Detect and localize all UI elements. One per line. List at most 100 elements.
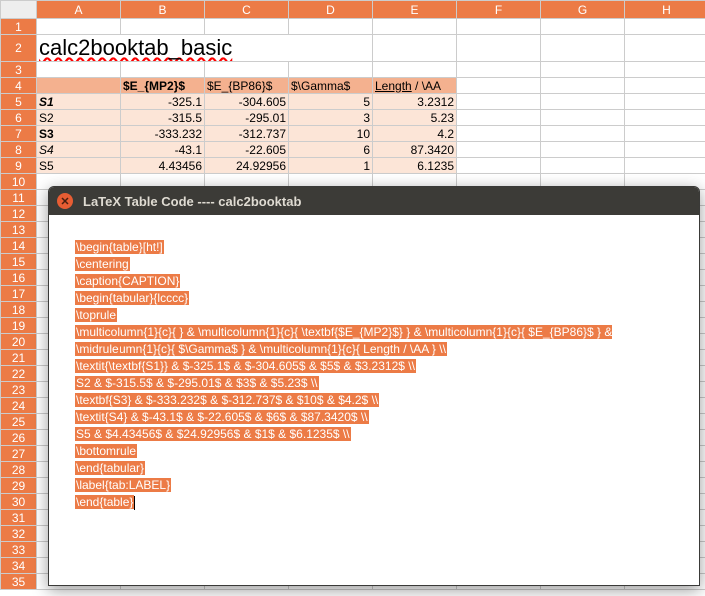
- cell[interactable]: [625, 142, 705, 158]
- data-label[interactable]: S2: [37, 110, 121, 126]
- dialog-body[interactable]: \begin{table}[ht!]\centering\caption{CAP…: [49, 215, 699, 535]
- cell[interactable]: [541, 35, 625, 62]
- data-value[interactable]: 87.3420: [373, 142, 457, 158]
- row-header[interactable]: 10: [1, 174, 37, 190]
- data-header[interactable]: [37, 78, 121, 94]
- data-value[interactable]: 1: [289, 158, 373, 174]
- row-header[interactable]: 7: [1, 126, 37, 142]
- row-header[interactable]: 18: [1, 302, 37, 318]
- row-header[interactable]: 16: [1, 270, 37, 286]
- cell[interactable]: [373, 35, 457, 62]
- row-header[interactable]: 35: [1, 574, 37, 590]
- row-header[interactable]: 2: [1, 35, 37, 62]
- cell[interactable]: [373, 19, 457, 35]
- cell[interactable]: [373, 62, 457, 78]
- cell[interactable]: [541, 126, 625, 142]
- cell[interactable]: [457, 62, 541, 78]
- data-value[interactable]: -333.232: [121, 126, 205, 142]
- row-header[interactable]: 24: [1, 398, 37, 414]
- row-header[interactable]: 13: [1, 222, 37, 238]
- cell[interactable]: [541, 110, 625, 126]
- row-header[interactable]: 34: [1, 558, 37, 574]
- cell[interactable]: [205, 62, 289, 78]
- cell[interactable]: [541, 19, 625, 35]
- data-label[interactable]: S1: [37, 94, 121, 110]
- col-header[interactable]: F: [457, 1, 541, 19]
- data-header[interactable]: $E_{MP2}$: [121, 78, 205, 94]
- data-value[interactable]: 6.1235: [373, 158, 457, 174]
- cell[interactable]: [37, 19, 121, 35]
- cell[interactable]: [457, 35, 541, 62]
- row-header[interactable]: 15: [1, 254, 37, 270]
- row-header[interactable]: 11: [1, 190, 37, 206]
- row-header[interactable]: 5: [1, 94, 37, 110]
- row-header[interactable]: 33: [1, 542, 37, 558]
- cell[interactable]: [37, 62, 121, 78]
- row-header[interactable]: 8: [1, 142, 37, 158]
- row-header[interactable]: 9: [1, 158, 37, 174]
- row-header[interactable]: 3: [1, 62, 37, 78]
- cell[interactable]: [457, 110, 541, 126]
- sheet-title[interactable]: calc2booktab_basic: [37, 35, 373, 62]
- data-value[interactable]: 3.2312: [373, 94, 457, 110]
- data-value[interactable]: 4.43456: [121, 158, 205, 174]
- cell[interactable]: [121, 19, 205, 35]
- cell[interactable]: [625, 110, 705, 126]
- data-value[interactable]: 10: [289, 126, 373, 142]
- cell[interactable]: [457, 142, 541, 158]
- row-header[interactable]: 14: [1, 238, 37, 254]
- cell[interactable]: [457, 94, 541, 110]
- data-value[interactable]: 5.23: [373, 110, 457, 126]
- row-header[interactable]: 4: [1, 78, 37, 94]
- data-value[interactable]: -295.01: [205, 110, 289, 126]
- cell[interactable]: [121, 62, 205, 78]
- row-header[interactable]: 21: [1, 350, 37, 366]
- col-header[interactable]: A: [37, 1, 121, 19]
- row-header[interactable]: 26: [1, 430, 37, 446]
- cell[interactable]: [625, 35, 705, 62]
- cell[interactable]: [541, 94, 625, 110]
- cell[interactable]: [205, 19, 289, 35]
- row-header[interactable]: 17: [1, 286, 37, 302]
- col-header[interactable]: B: [121, 1, 205, 19]
- cell[interactable]: [625, 62, 705, 78]
- row-header[interactable]: 30: [1, 494, 37, 510]
- cell[interactable]: [541, 142, 625, 158]
- col-header[interactable]: H: [625, 1, 705, 19]
- cell[interactable]: [289, 19, 373, 35]
- cell[interactable]: [541, 62, 625, 78]
- row-header[interactable]: 1: [1, 19, 37, 35]
- col-header[interactable]: C: [205, 1, 289, 19]
- row-header[interactable]: 28: [1, 462, 37, 478]
- cell[interactable]: [457, 19, 541, 35]
- data-value[interactable]: -325.1: [121, 94, 205, 110]
- row-header[interactable]: 19: [1, 318, 37, 334]
- col-header[interactable]: D: [289, 1, 373, 19]
- data-value[interactable]: 3: [289, 110, 373, 126]
- corner-cell[interactable]: [1, 1, 37, 19]
- data-header[interactable]: $\Gamma$: [289, 78, 373, 94]
- data-header[interactable]: $E_{BP86}$: [205, 78, 289, 94]
- cell[interactable]: [625, 126, 705, 142]
- data-value[interactable]: -315.5: [121, 110, 205, 126]
- cell[interactable]: [625, 158, 705, 174]
- cell[interactable]: [289, 62, 373, 78]
- row-header[interactable]: 22: [1, 366, 37, 382]
- data-value[interactable]: -304.605: [205, 94, 289, 110]
- row-header[interactable]: 27: [1, 446, 37, 462]
- cell[interactable]: [625, 78, 705, 94]
- data-value[interactable]: 24.92956: [205, 158, 289, 174]
- data-value[interactable]: -43.1: [121, 142, 205, 158]
- row-header[interactable]: 6: [1, 110, 37, 126]
- row-header[interactable]: 25: [1, 414, 37, 430]
- data-value[interactable]: -22.605: [205, 142, 289, 158]
- dialog-titlebar[interactable]: LaTeX Table Code ---- calc2booktab: [49, 187, 699, 215]
- col-header[interactable]: G: [541, 1, 625, 19]
- cell[interactable]: [457, 78, 541, 94]
- cell[interactable]: [457, 126, 541, 142]
- data-label[interactable]: S5: [37, 158, 121, 174]
- row-header[interactable]: 31: [1, 510, 37, 526]
- row-header[interactable]: 29: [1, 478, 37, 494]
- data-header[interactable]: Length / \AA: [373, 78, 457, 94]
- data-value[interactable]: 4.2: [373, 126, 457, 142]
